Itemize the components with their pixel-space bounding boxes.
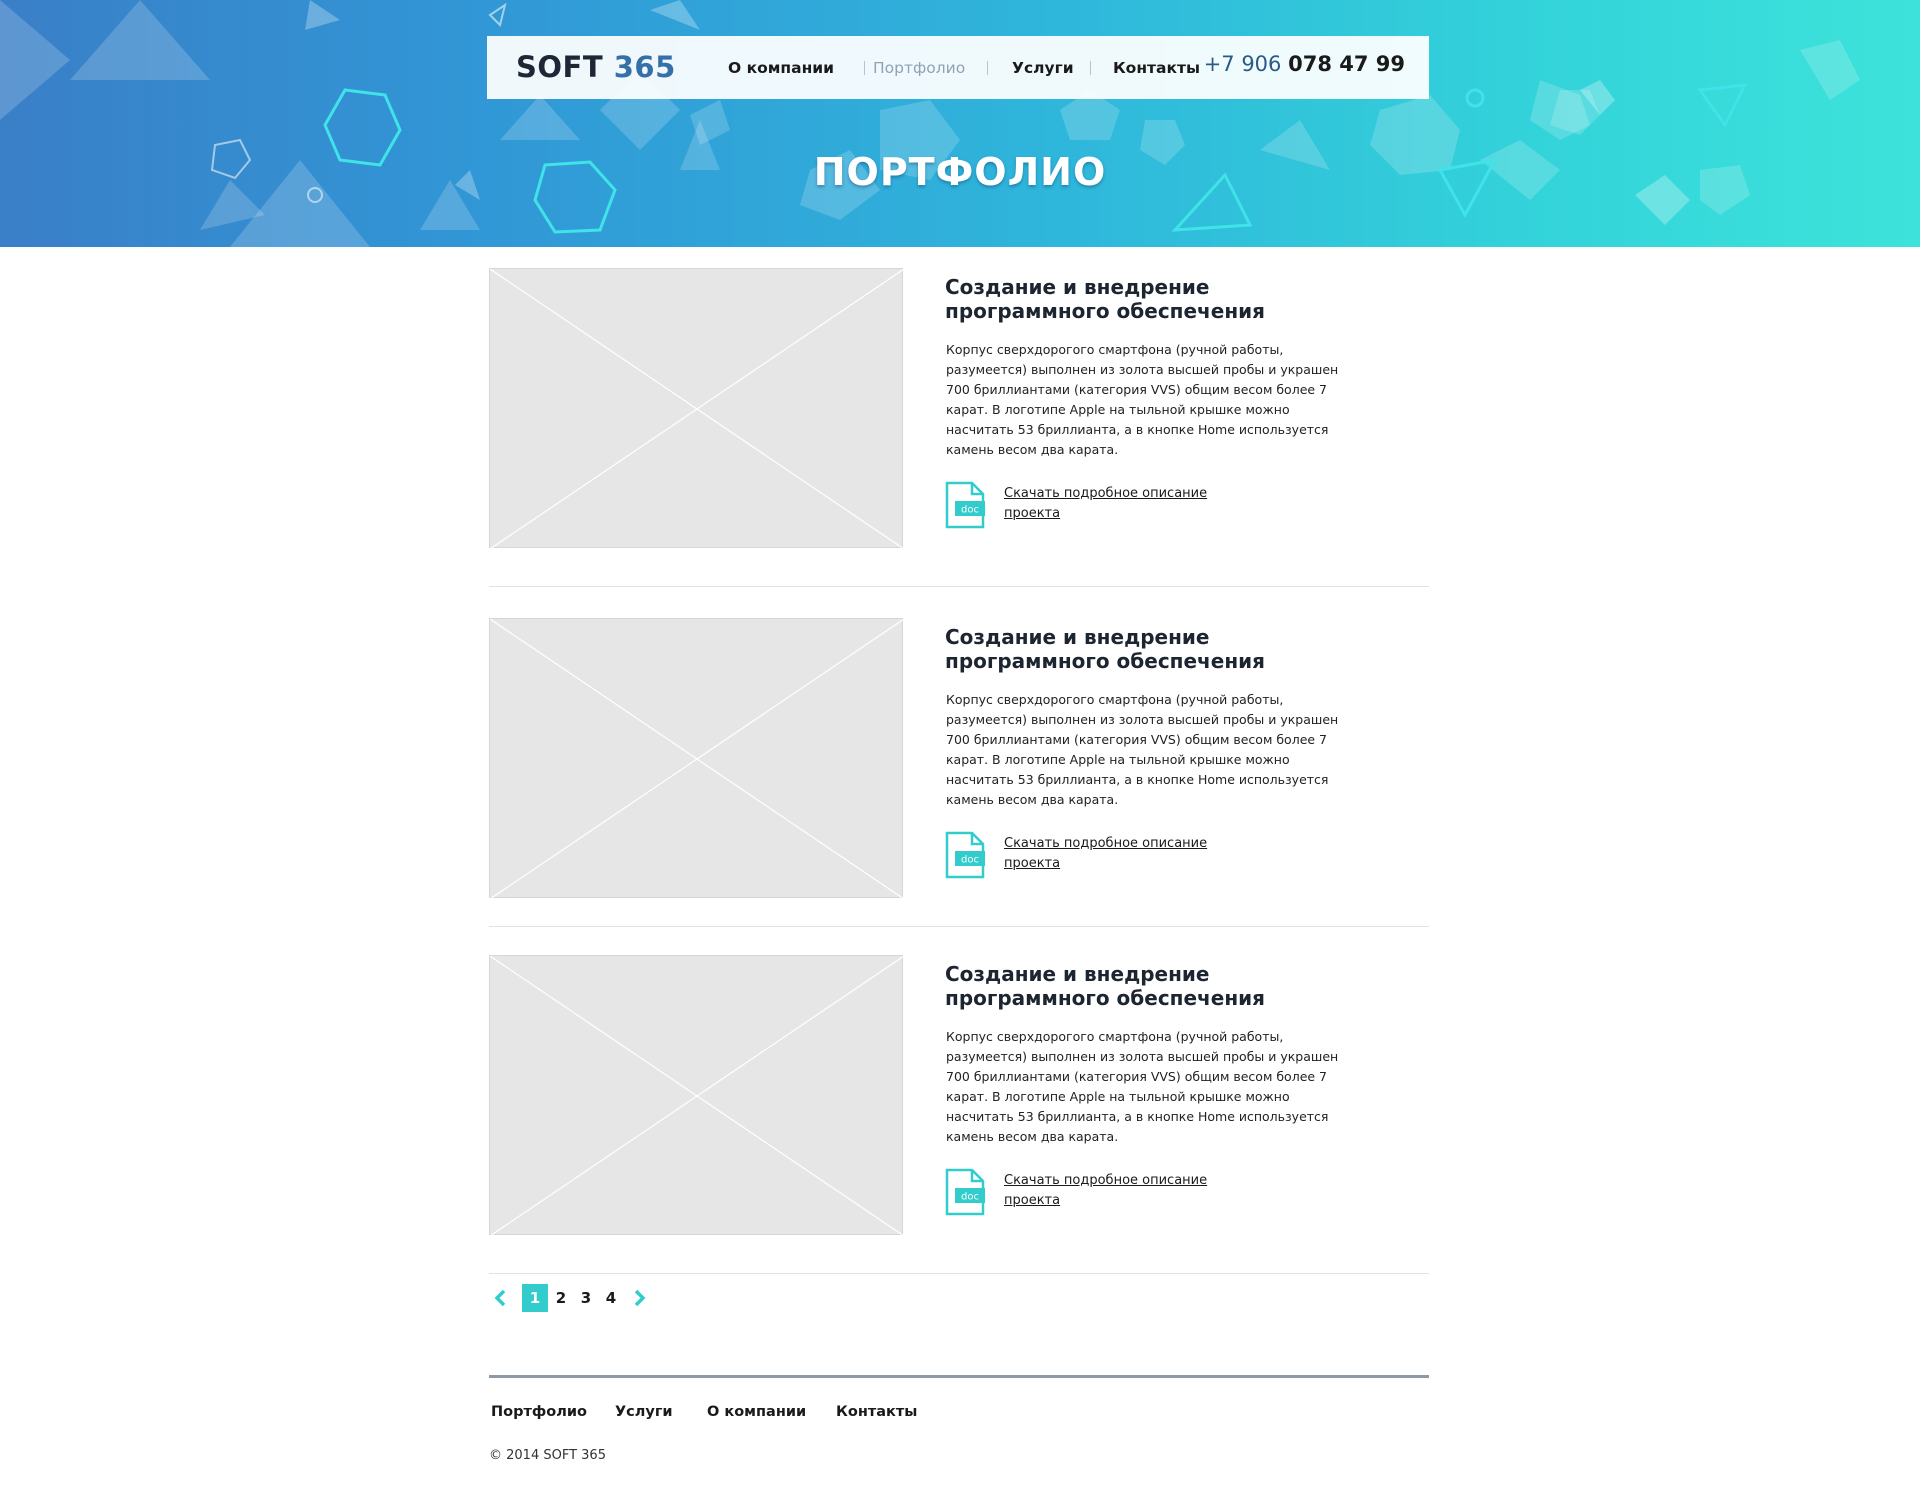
placeholder-cross-icon	[490, 956, 904, 1236]
page-title: ПОРТФОЛИО	[813, 150, 1107, 194]
project-title[interactable]: Создание и внедрение программного обеспе…	[945, 962, 1365, 1010]
footer-link-portfolio[interactable]: Портфолио	[491, 1404, 587, 1420]
chevron-left-icon[interactable]	[491, 1288, 511, 1308]
top-navbar: SOFT 365 О компании Портфолио Услуги Кон…	[487, 36, 1429, 99]
page-4-button[interactable]: 4	[598, 1284, 624, 1312]
hero-banner: SOFT 365 О компании Портфолио Услуги Кон…	[0, 0, 1920, 247]
logo[interactable]: SOFT 365	[516, 50, 676, 84]
phone-number[interactable]: +7 906 078 47 99	[1204, 52, 1405, 76]
page-3-button[interactable]: 3	[573, 1284, 599, 1312]
chevron-right-icon[interactable]	[629, 1288, 649, 1308]
doc-file-icon[interactable]: doc	[945, 481, 985, 529]
doc-label: doc	[961, 855, 979, 866]
doc-label: doc	[961, 1192, 979, 1203]
download-description-link[interactable]: Скачать подробное описание проекта	[1004, 834, 1224, 874]
project-title[interactable]: Создание и внедрение программного обеспе…	[945, 625, 1365, 673]
project-image-placeholder[interactable]	[489, 268, 904, 549]
logo-text: SOFT	[516, 50, 604, 84]
divider	[489, 1273, 1429, 1274]
logo-number: 365	[613, 50, 676, 84]
project-title[interactable]: Создание и внедрение программного обеспе…	[945, 275, 1365, 323]
project-image-placeholder[interactable]	[489, 618, 904, 899]
footer-link-contacts[interactable]: Контакты	[836, 1404, 917, 1420]
footer-link-about[interactable]: О компании	[707, 1404, 806, 1420]
divider	[489, 586, 1429, 587]
nav-separator	[987, 61, 988, 75]
nav-separator	[864, 61, 865, 75]
placeholder-cross-icon	[490, 619, 904, 899]
download-description-link[interactable]: Скачать подробное описание проекта	[1004, 484, 1224, 524]
copyright: © 2014 SOFT 365	[489, 1448, 606, 1463]
footer-divider	[489, 1375, 1429, 1378]
doc-label: doc	[961, 505, 979, 516]
phone-main: 078 47 99	[1288, 52, 1405, 76]
project-description: Корпус сверхдорогого смартфона (ручной р…	[946, 342, 1339, 457]
nav-portfolio[interactable]: Портфолио	[873, 59, 965, 77]
phone-prefix: +7 906	[1203, 52, 1282, 76]
nav-about[interactable]: О компании	[728, 59, 834, 77]
placeholder-cross-icon	[490, 269, 904, 549]
page-2-button[interactable]: 2	[548, 1284, 574, 1312]
divider	[489, 926, 1429, 927]
nav-services[interactable]: Услуги	[1012, 59, 1074, 77]
download-description-link[interactable]: Скачать подробное описание проекта	[1004, 1171, 1224, 1211]
page-1-button[interactable]: 1	[522, 1284, 548, 1312]
project-description: Корпус сверхдорогого смартфона (ручной р…	[946, 1029, 1339, 1144]
doc-file-icon[interactable]: doc	[945, 831, 985, 879]
doc-file-icon[interactable]: doc	[945, 1168, 985, 1216]
project-description: Корпус сверхдорогого смартфона (ручной р…	[946, 692, 1339, 807]
nav-separator	[1090, 61, 1091, 75]
footer-link-services[interactable]: Услуги	[615, 1404, 673, 1420]
project-image-placeholder[interactable]	[489, 955, 904, 1236]
nav-contacts[interactable]: Контакты	[1113, 59, 1200, 77]
